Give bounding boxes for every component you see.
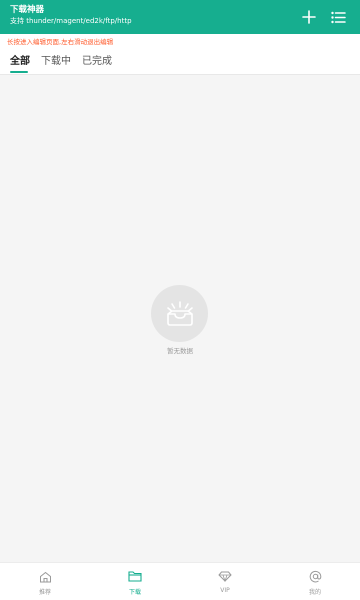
app-header: 下载神器 支持 thunder/magent/ed2k/ftp/http [0,0,360,34]
diamond-icon [218,570,232,583]
nav-item-download[interactable]: 下载 [90,563,180,600]
app-subtitle: 支持 thunder/magent/ed2k/ftp/http [10,17,132,25]
tab-downloading[interactable]: 下载中 [41,55,71,69]
nav-label-vip: VIP [220,587,230,594]
add-download-button[interactable] [298,6,320,28]
folder-icon [128,570,142,583]
home-icon [38,570,52,583]
empty-state-text: 暂无数据 [167,347,193,355]
menu-button[interactable] [327,6,349,28]
nav-label-download: 下载 [128,589,141,596]
nav-label-profile: 我的 [308,589,321,596]
nav-label-recommend: 推荐 [38,589,51,596]
at-icon [308,570,322,583]
edit-hint-banner: 长按进入编辑页面,左右滑动退出编辑 [0,34,360,50]
plus-icon [302,10,316,24]
tab-completed[interactable]: 已完成 [82,55,112,69]
active-tab-indicator [10,71,28,73]
download-tabs: 全部 下载中 已完成 [0,50,360,75]
app-title: 下载神器 [10,5,45,15]
list-icon [330,11,346,23]
empty-state: 暂无数据 [0,76,360,562]
empty-tray-icon [151,285,208,342]
nav-item-profile[interactable]: 我的 [270,563,360,600]
nav-item-vip[interactable]: VIP [180,563,270,600]
nav-item-recommend[interactable]: 推荐 [0,563,90,600]
bottom-navigation: 推荐 下载 VIP 我的 [0,562,360,600]
tab-all[interactable]: 全部 [10,55,30,69]
